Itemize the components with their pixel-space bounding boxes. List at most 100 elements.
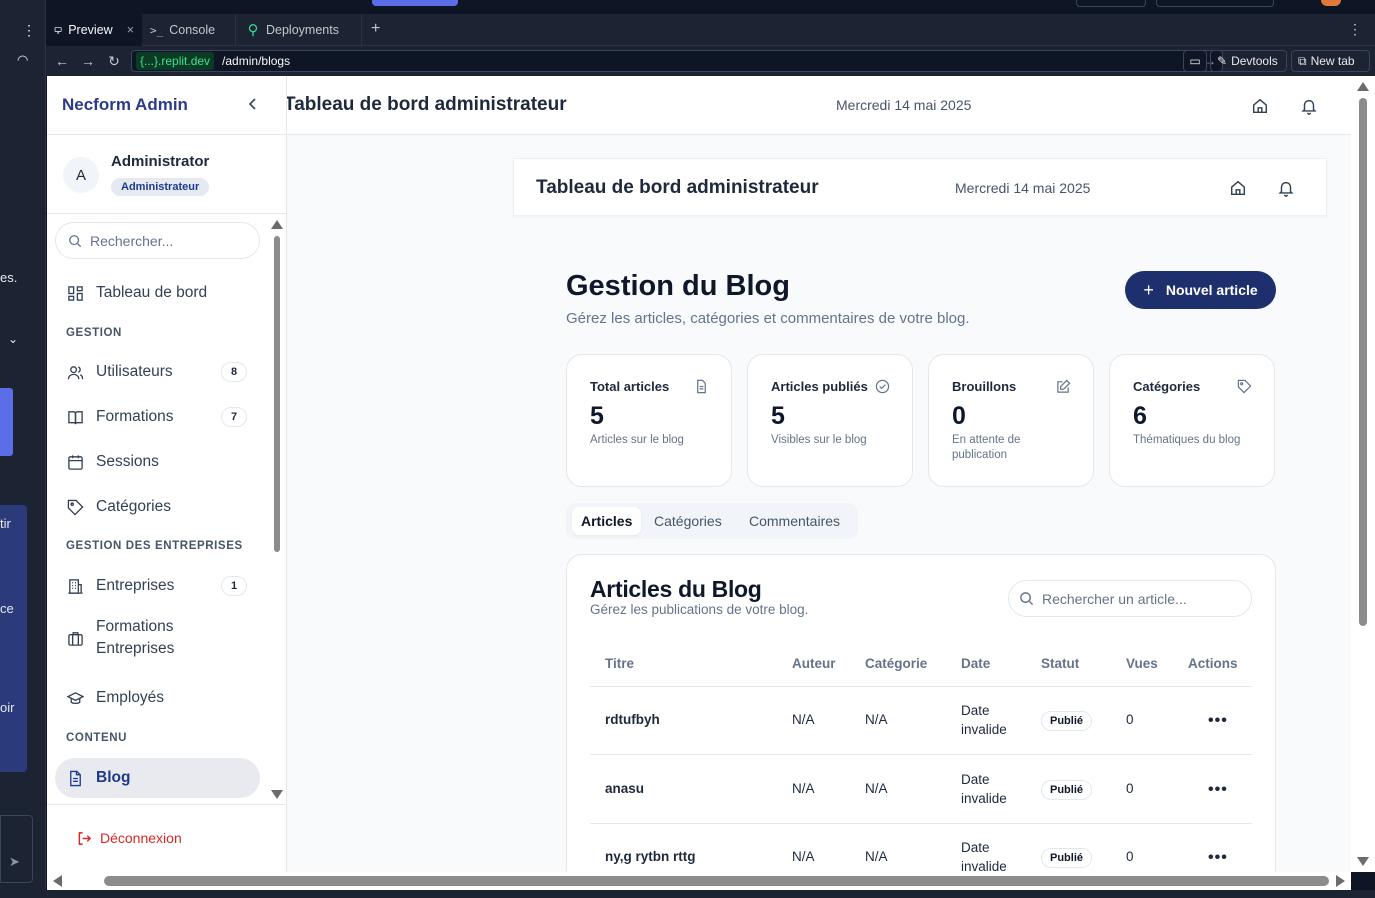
row-date-line1: Date xyxy=(961,703,990,718)
search-icon xyxy=(1020,592,1034,606)
sidebar-scroll-thumb[interactable] xyxy=(274,236,280,552)
header-date: Mercredi 14 mai 2025 xyxy=(836,97,972,113)
stat-card-drafts: Brouillons 0 En attente de publication xyxy=(928,354,1094,487)
send-icon[interactable]: ➤ xyxy=(9,854,20,870)
sidebar-item-company-formations[interactable]: Formations Entreprises xyxy=(55,611,260,665)
actions-menu-icon[interactable]: ••• xyxy=(1208,849,1228,867)
article-search-input[interactable]: Rechercher un article... xyxy=(1008,580,1252,617)
screen-button[interactable]: ▭ xyxy=(1183,50,1207,72)
scroll-down-icon[interactable] xyxy=(1357,857,1369,866)
new-tab-button[interactable]: ⧉ New tab xyxy=(1291,50,1370,72)
inner-header-title: Tableau de bord administrateur xyxy=(536,177,819,198)
page-hscroll-thumb[interactable] xyxy=(104,876,1329,886)
url-path: /admin/blogs xyxy=(222,54,291,68)
sidebar-item-categories[interactable]: Catégories xyxy=(55,487,260,527)
row-title: rdtufbyh xyxy=(605,712,660,727)
tab-articles[interactable]: Articles xyxy=(572,507,642,535)
host-input-box[interactable] xyxy=(0,815,33,883)
tab-comments[interactable]: Commentaires xyxy=(740,507,849,535)
actions-menu-icon[interactable]: ••• xyxy=(1208,712,1228,730)
graduation-cap-icon xyxy=(67,691,84,704)
sidebar-item-formations[interactable]: Formations 7 xyxy=(55,397,260,437)
table-row[interactable]: anasu N/A N/A Date invalide Publié 0 ••• xyxy=(590,756,1252,824)
column-header[interactable]: Vues xyxy=(1126,656,1158,671)
host-tab-bar: Preview × >_ Console Deployments + ⋮ xyxy=(46,14,1375,46)
table-row[interactable]: ny,g rytbn rttg N/A N/A Date invalide Pub… xyxy=(590,824,1252,872)
host-text-fragment: ce xyxy=(0,601,14,616)
chevron-left-icon[interactable] xyxy=(245,96,261,112)
tab-deployments[interactable]: Deployments xyxy=(238,14,362,46)
scroll-up-icon[interactable] xyxy=(271,220,283,229)
sidebar-item-label: Employés xyxy=(96,689,165,706)
home-icon[interactable] xyxy=(1251,97,1269,115)
table-row[interactable]: rdtufbyh N/A N/A Date invalide Publié 0 •… xyxy=(590,687,1252,755)
header-title: Tableau de bord administrateur xyxy=(284,94,567,115)
back-icon[interactable]: ← xyxy=(53,52,71,70)
kebab-menu-icon[interactable]: ⋮ xyxy=(22,22,36,39)
content-tabs: Articles Catégories Commentaires xyxy=(566,503,858,539)
tab-console[interactable]: >_ Console xyxy=(142,14,236,46)
sidebar-item-employees[interactable]: Employés xyxy=(55,678,260,718)
page-horizontal-scrollbar[interactable] xyxy=(47,872,1351,890)
column-header[interactable]: Date xyxy=(961,656,990,671)
bell-icon[interactable] xyxy=(1277,179,1295,197)
page-scroll-thumb[interactable] xyxy=(1359,98,1367,626)
forward-icon[interactable]: → xyxy=(79,52,97,70)
home-icon[interactable] xyxy=(1229,179,1247,197)
scroll-left-icon[interactable] xyxy=(53,875,62,887)
sidebar-item-blog[interactable]: Blog xyxy=(55,758,260,798)
row-date-line2: invalide xyxy=(961,722,1007,737)
host-thumbnail xyxy=(0,388,13,456)
row-date: Date invalide xyxy=(961,701,1007,739)
page-vertical-scrollbar[interactable] xyxy=(1351,76,1375,872)
tag-icon xyxy=(1237,379,1252,394)
column-header[interactable]: Auteur xyxy=(792,656,836,671)
host-bottom-edge xyxy=(0,890,1375,898)
row-views: 0 xyxy=(1126,849,1134,864)
url-domain: {...}.replit.dev xyxy=(136,52,215,70)
bell-icon[interactable] xyxy=(1300,97,1318,115)
url-field[interactable]: {...}.replit.dev /admin/blogs → xyxy=(131,50,1223,72)
host-text-fragment: tir xyxy=(0,516,11,531)
column-header[interactable]: Titre xyxy=(605,656,634,671)
sidebar-divider xyxy=(47,804,287,805)
wrench-icon: ✎ xyxy=(1217,54,1228,68)
more-icon[interactable]: ⋮ xyxy=(1348,21,1362,38)
new-article-button[interactable]: + Nouvel article xyxy=(1125,271,1276,309)
column-header[interactable]: Actions xyxy=(1188,656,1238,671)
logout-icon xyxy=(78,831,92,845)
tab-categories[interactable]: Catégories xyxy=(645,507,731,535)
sidebar-item-dashboard[interactable]: Tableau de bord xyxy=(55,273,260,313)
scroll-up-icon[interactable] xyxy=(1357,82,1369,91)
column-header[interactable]: Catégorie xyxy=(865,656,927,671)
search-icon xyxy=(69,234,82,247)
stat-value: 6 xyxy=(1133,402,1147,430)
add-tab-icon[interactable]: + xyxy=(371,20,380,38)
stat-desc: Thématiques du blog xyxy=(1133,434,1241,446)
close-tab-icon[interactable]: × xyxy=(127,23,134,37)
scroll-right-icon[interactable] xyxy=(1336,875,1345,887)
external-link-icon: ⧉ xyxy=(1298,53,1307,68)
chevron-down-icon[interactable]: ⌄ xyxy=(8,332,18,346)
stat-card-published: Articles publiés 5 Visibles sur le blog xyxy=(747,354,913,487)
sidebar-search-placeholder: Rechercher... xyxy=(90,232,174,249)
stat-desc: Articles sur le blog xyxy=(590,434,684,446)
column-header[interactable]: Statut xyxy=(1041,656,1079,671)
sidebar-search-input[interactable]: Rechercher... xyxy=(55,222,260,259)
tab-preview[interactable]: Preview × xyxy=(46,14,142,46)
row-author: N/A xyxy=(792,781,815,796)
logout-button[interactable]: Déconnexion xyxy=(77,830,182,846)
devtools-button[interactable]: ✎ Devtools xyxy=(1210,50,1287,72)
actions-menu-icon[interactable]: ••• xyxy=(1208,781,1228,799)
sidebar: Necform Admin A Administrator Administra… xyxy=(47,76,287,872)
host-text-fragment: es. xyxy=(0,270,18,285)
sidebar-item-users[interactable]: Utilisateurs 8 xyxy=(55,352,260,392)
stat-value: 5 xyxy=(771,402,785,430)
scroll-down-icon[interactable] xyxy=(271,790,283,799)
sidebar-scrollbar[interactable] xyxy=(271,218,283,802)
reload-icon[interactable]: ↻ xyxy=(105,52,123,70)
section-heading: GESTION DES ENTREPRISES xyxy=(66,540,243,552)
sidebar-item-companies[interactable]: Entreprises 1 xyxy=(55,566,260,606)
sidebar-item-sessions[interactable]: Sessions xyxy=(55,442,260,482)
host-text-fragment: oir xyxy=(0,700,15,715)
